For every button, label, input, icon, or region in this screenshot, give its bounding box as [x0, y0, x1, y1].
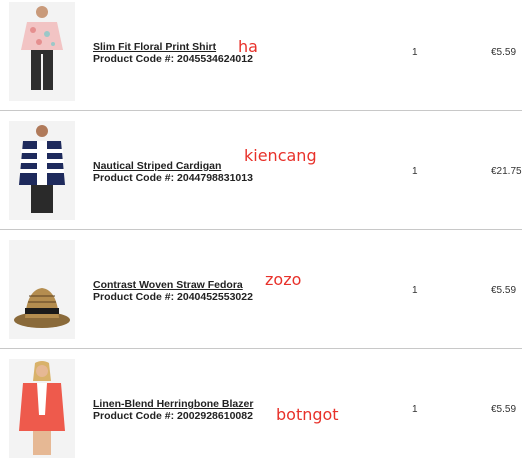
quantity-value: 1 [412, 47, 418, 58]
product-name-link[interactable]: Linen-Blend Herringbone Blazer [93, 398, 253, 410]
cart-item-row: Contrast Woven Straw Fedora Product Code… [0, 230, 522, 349]
product-name-link[interactable]: Nautical Striped Cardigan [93, 160, 221, 172]
quantity-value: 1 [412, 166, 418, 177]
cart-item-row: Nautical Striped Cardigan Product Code #… [0, 111, 522, 230]
handwritten-note: zozo [265, 270, 302, 289]
quantity-value: 1 [412, 404, 418, 415]
price-value: €5.59 [491, 285, 517, 296]
handwritten-note: kiencang [244, 146, 317, 165]
handwritten-note: botngot [276, 405, 339, 424]
straw-fedora-icon[interactable] [9, 240, 75, 339]
floral-shirt-icon[interactable] [9, 2, 75, 101]
handwritten-note: ha [238, 37, 258, 56]
product-code: Product Code #: 2002928610082 [93, 410, 253, 422]
coral-blazer-icon[interactable] [9, 359, 75, 458]
quantity-value: 1 [412, 285, 418, 296]
product-code: Product Code #: 2045534624012 [93, 53, 253, 65]
price-value: €5.59 [491, 404, 517, 415]
product-name-link[interactable]: Contrast Woven Straw Fedora [93, 279, 243, 291]
cart-item-row: Linen-Blend Herringbone Blazer Product C… [0, 349, 522, 468]
price-value: €5.59 [491, 47, 517, 58]
product-name-link[interactable]: Slim Fit Floral Print Shirt [93, 41, 216, 53]
striped-cardigan-icon[interactable] [9, 121, 75, 220]
product-code: Product Code #: 2040452553022 [93, 291, 253, 303]
cart-item-row: Slim Fit Floral Print Shirt Product Code… [0, 0, 522, 111]
price-value: €21.75 [491, 166, 522, 177]
product-code: Product Code #: 2044798831013 [93, 172, 253, 184]
